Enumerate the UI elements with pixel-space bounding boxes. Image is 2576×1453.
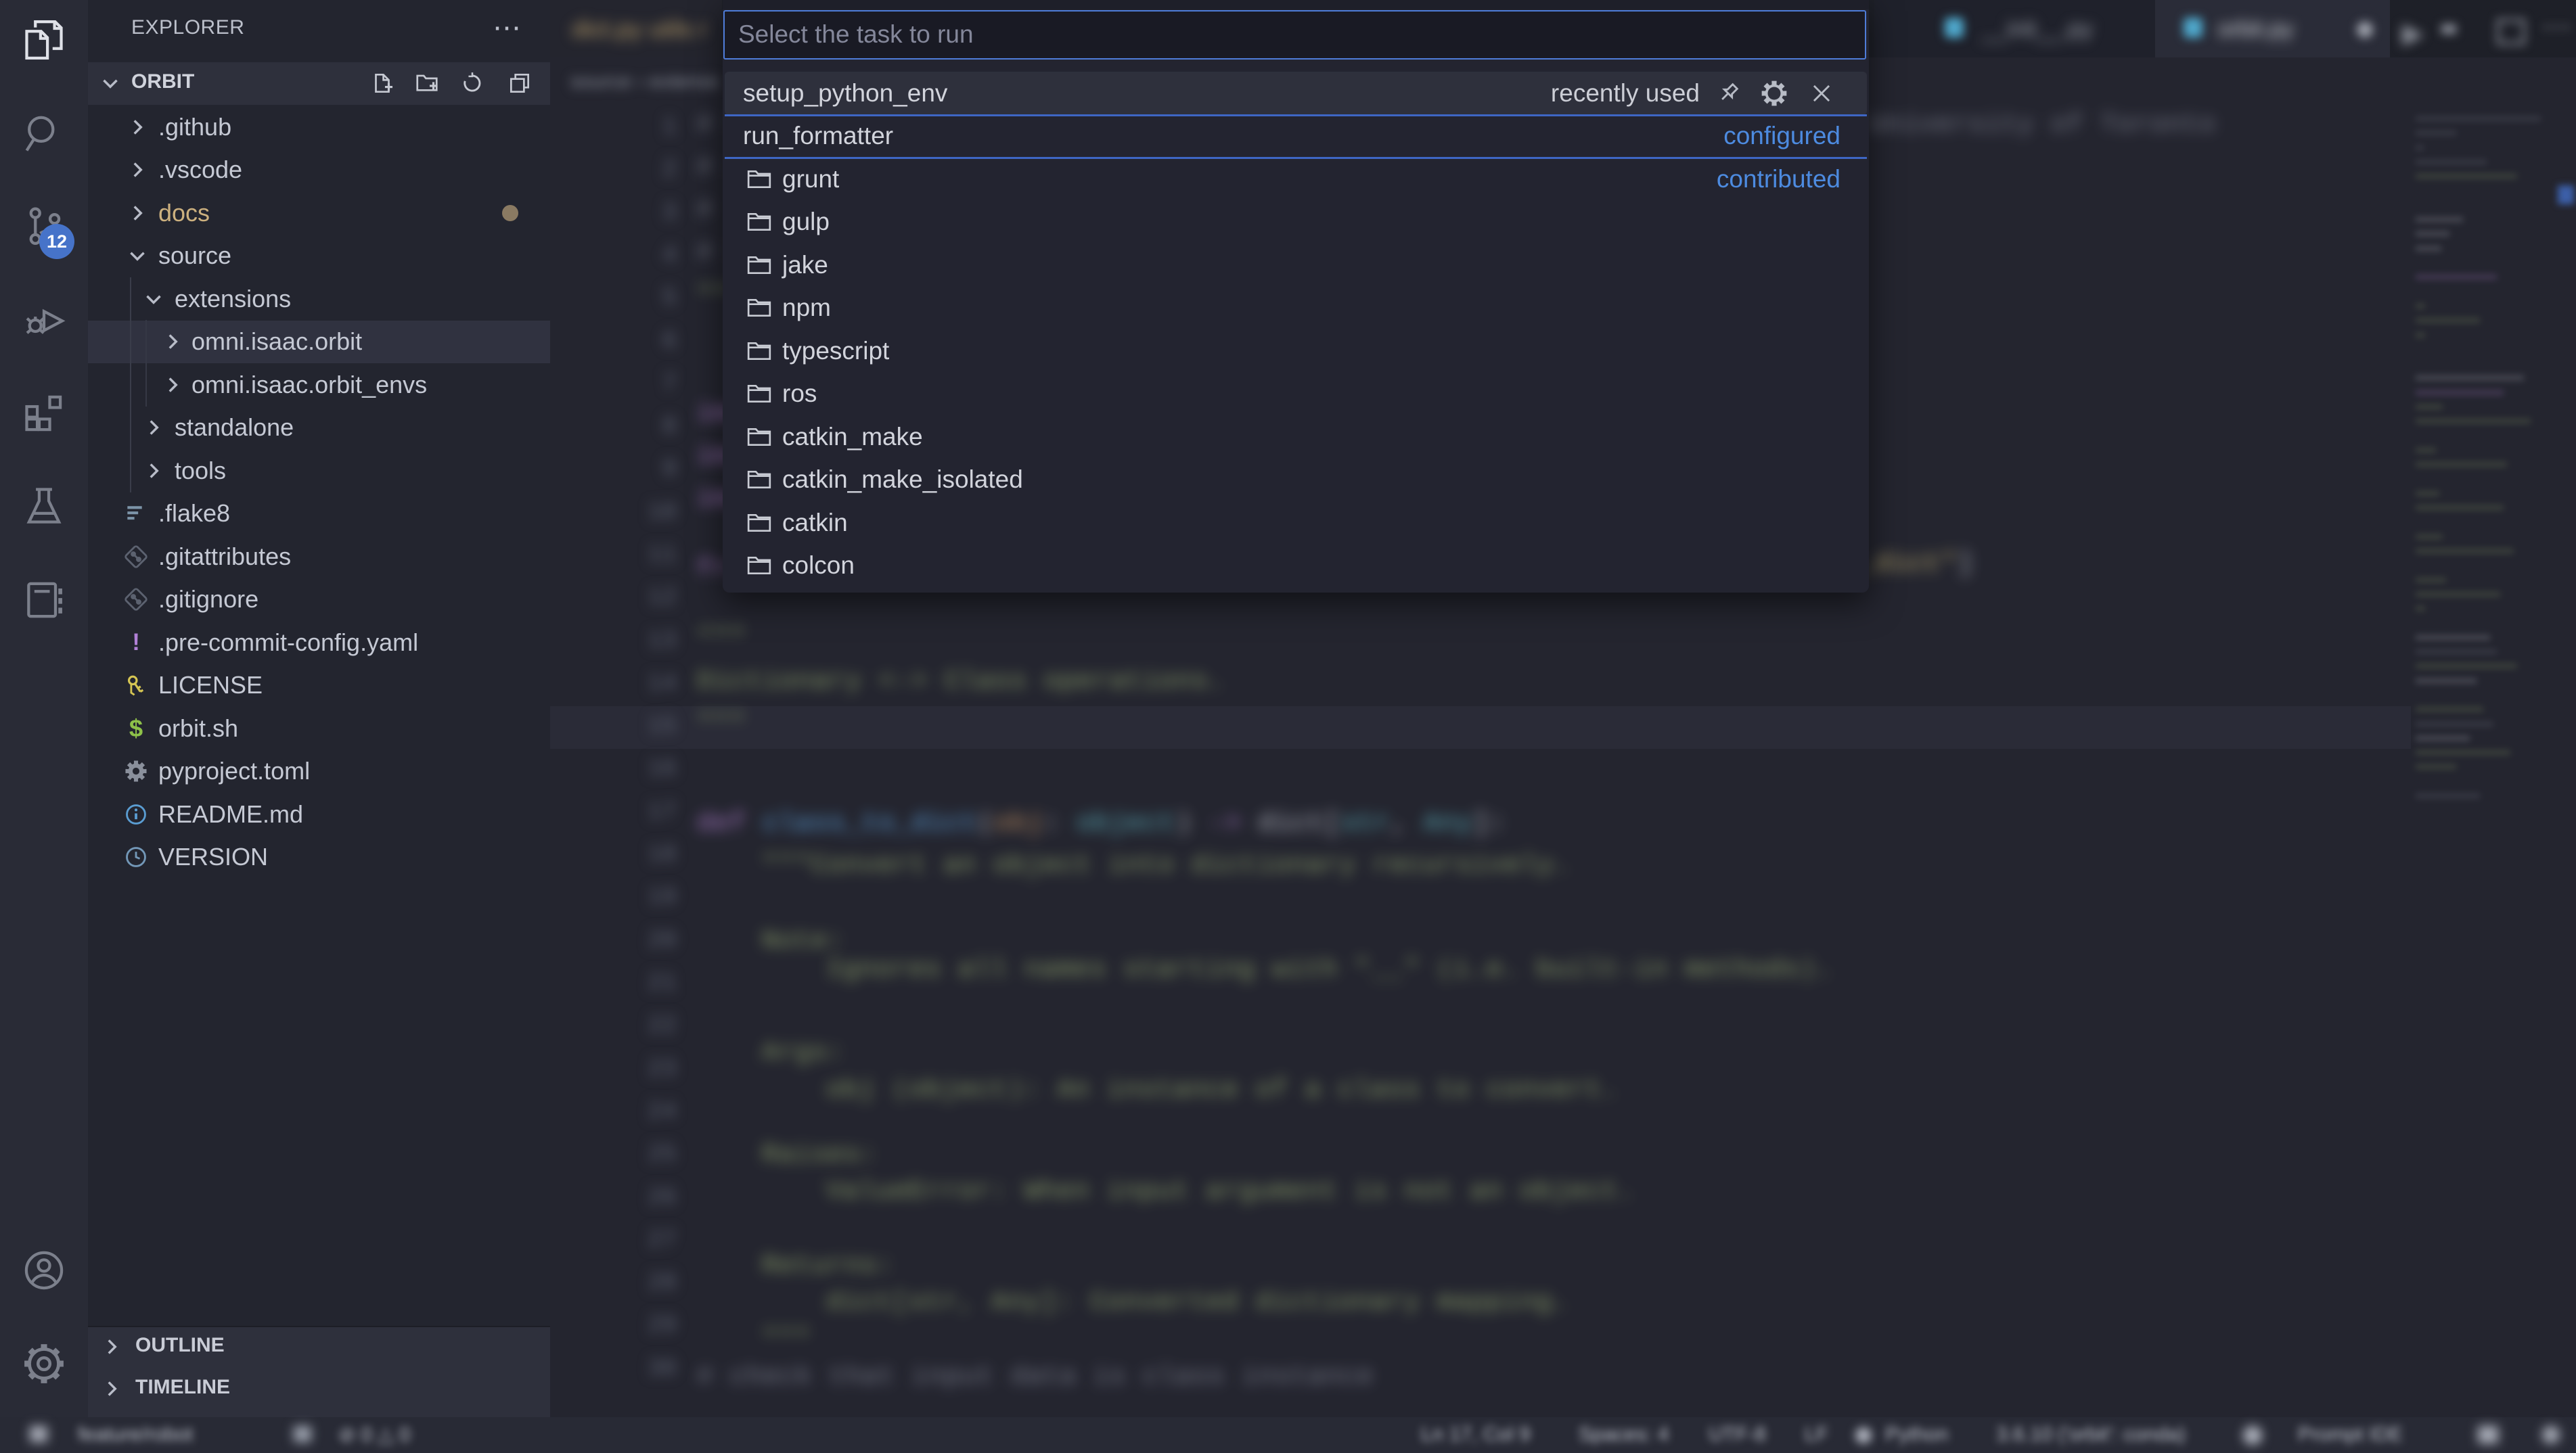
- svg-text:$: $: [129, 716, 143, 741]
- svg-text:!: !: [132, 630, 140, 655]
